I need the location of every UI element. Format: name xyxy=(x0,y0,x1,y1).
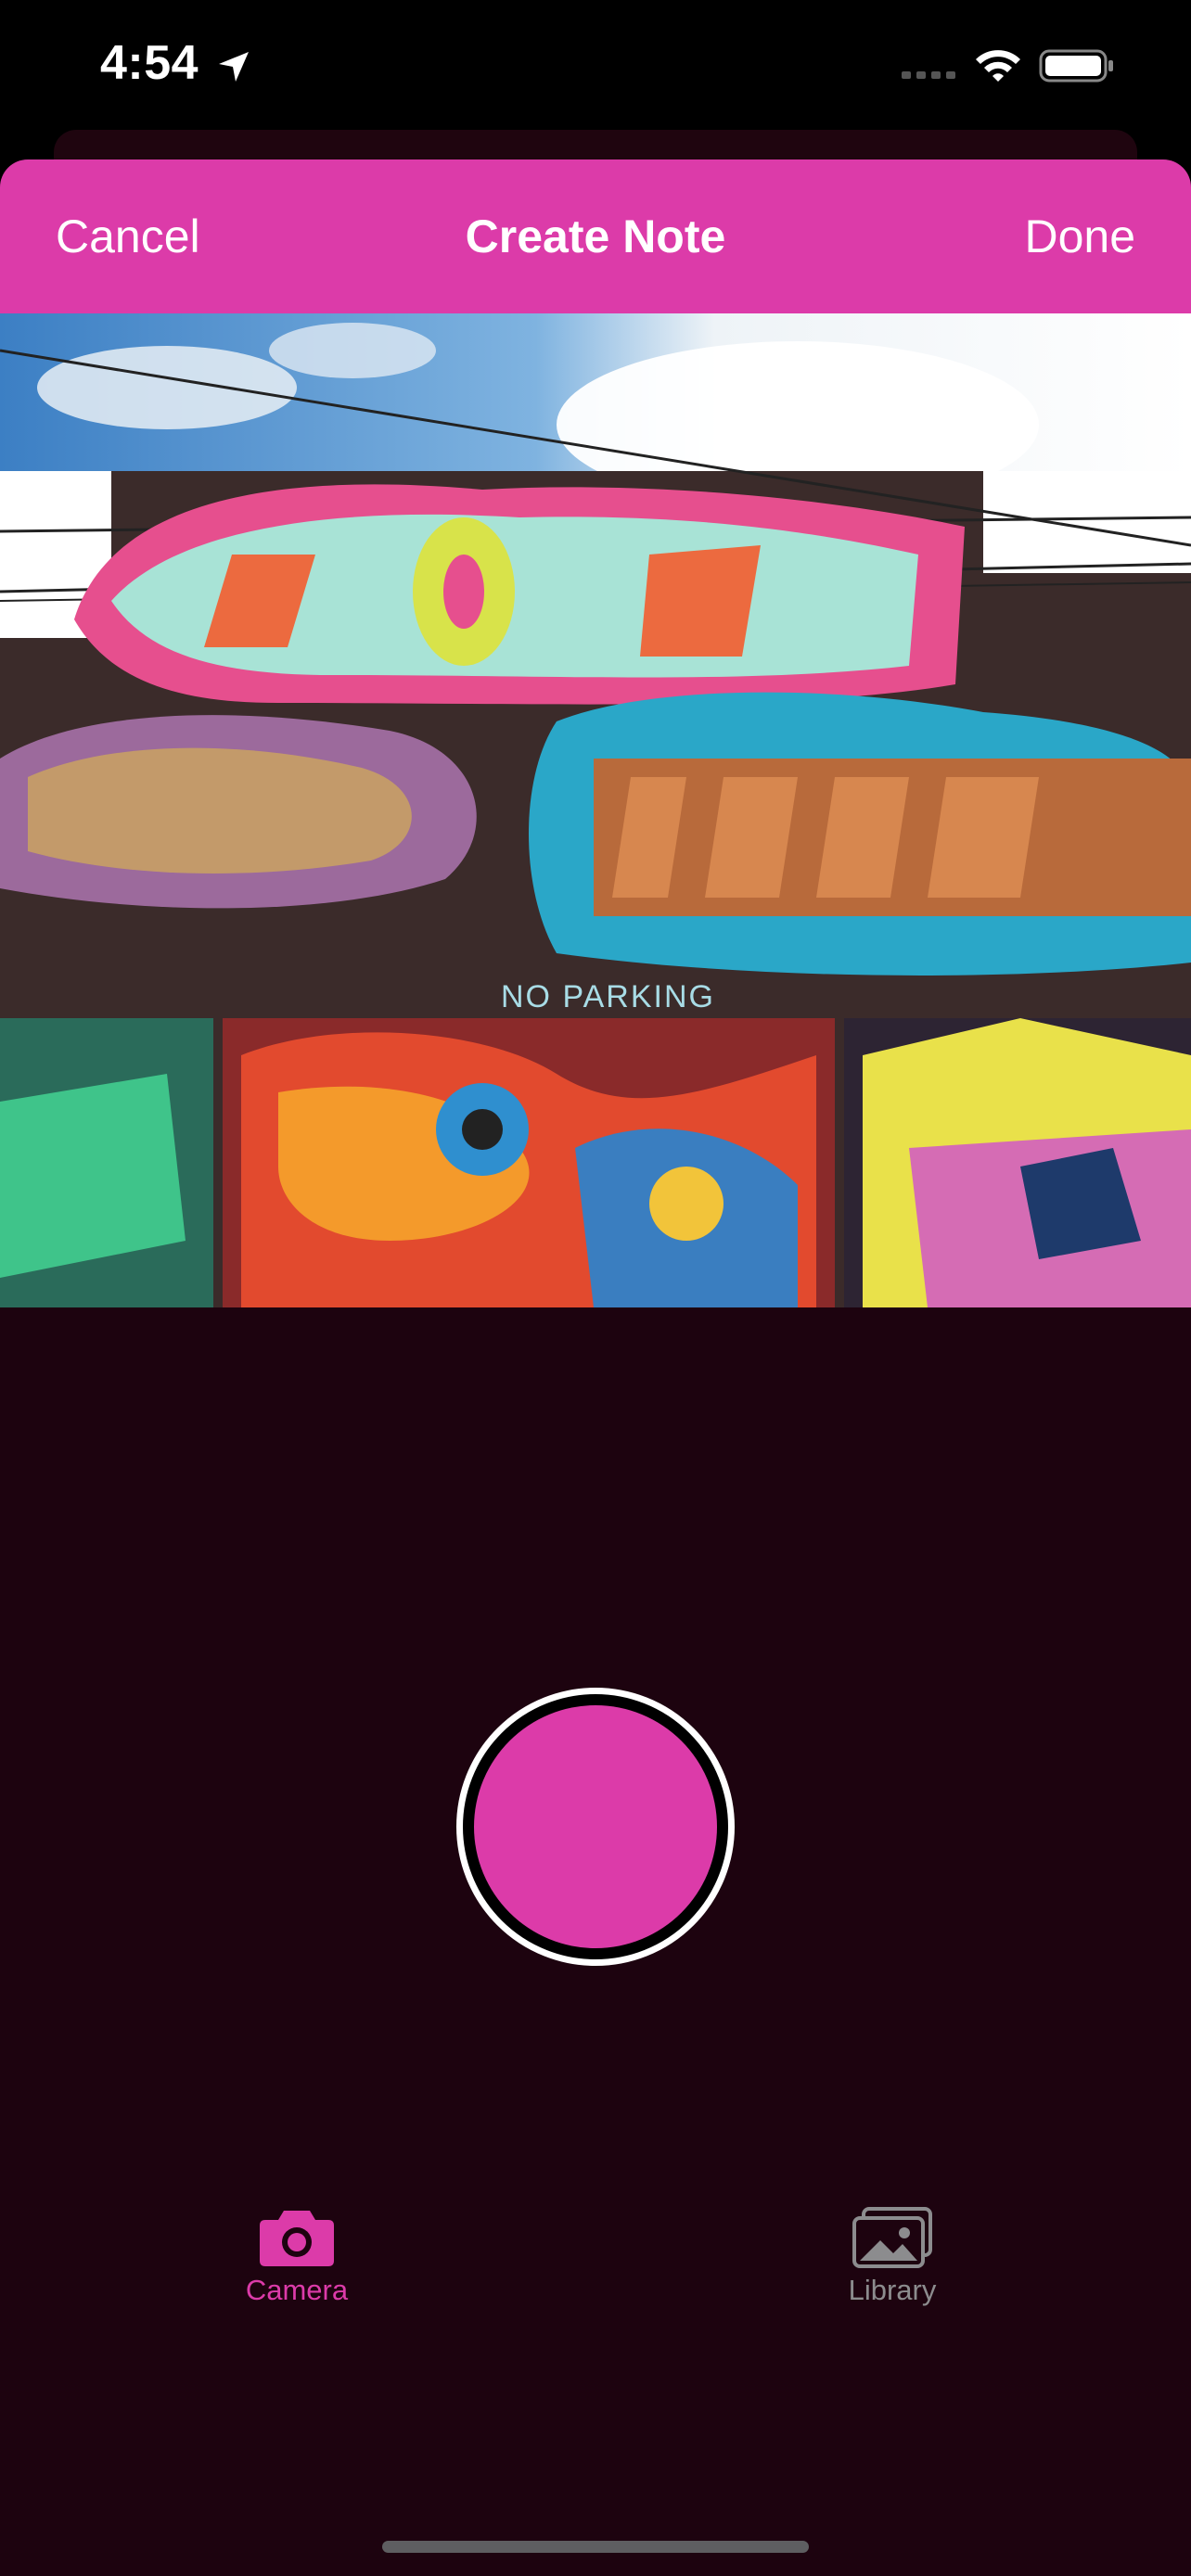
status-time: 4:54 xyxy=(100,36,199,90)
cancel-button[interactable]: Cancel xyxy=(56,210,200,263)
tab-library[interactable]: Library xyxy=(753,2207,1031,2307)
location-arrow-icon xyxy=(219,52,249,82)
no-parking-sign: NO PARKING xyxy=(501,979,715,1014)
graffiti-wall-image: NO PARKING xyxy=(0,313,1191,1307)
camera-icon xyxy=(260,2211,334,2266)
status-bar: 4:54 xyxy=(0,0,1191,139)
photo-library-icon xyxy=(852,2207,932,2268)
shutter-button[interactable] xyxy=(456,1688,735,1966)
photo-preview: NO PARKING xyxy=(0,313,1191,1307)
home-indicator xyxy=(382,2541,809,2553)
navigation-bar: Cancel Create Note Done xyxy=(0,159,1191,313)
tab-camera[interactable]: Camera xyxy=(158,2207,436,2307)
tab-library-label: Library xyxy=(848,2274,937,2306)
battery-icon xyxy=(1039,49,1113,83)
shutter-button-fill xyxy=(474,1705,717,1948)
done-button[interactable]: Done xyxy=(1024,210,1135,263)
cellular-signal-icon xyxy=(902,71,955,79)
tab-camera-label: Camera xyxy=(245,2274,349,2306)
wifi-icon xyxy=(976,50,1020,82)
